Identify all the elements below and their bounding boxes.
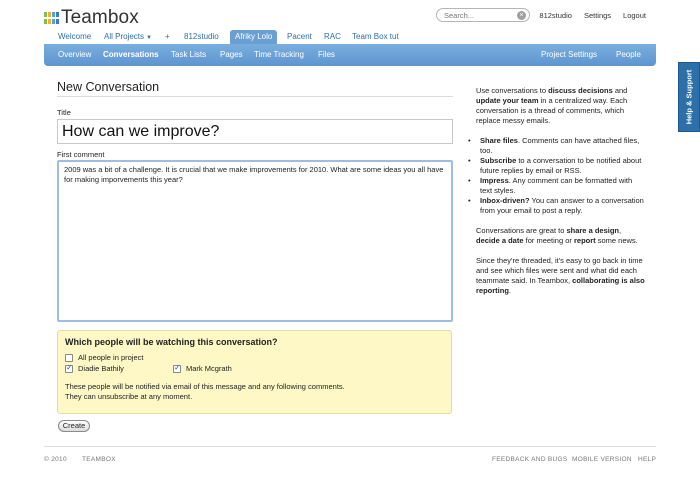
people-link[interactable]: People <box>616 50 641 59</box>
first-comment-textarea[interactable]: 2009 was a bit of a challenge. It is cru… <box>57 160 453 322</box>
sidebar-threading: Since they're threaded, it's easy to go … <box>476 256 646 296</box>
text-bold: report <box>573 236 596 245</box>
chevron-down-icon: ▼ <box>146 35 152 41</box>
checkbox-checked[interactable] <box>173 363 181 373</box>
clear-search-icon[interactable]: × <box>517 11 526 20</box>
help-support-tab[interactable]: Help & Support <box>678 62 700 132</box>
footer-brand: TEAMBOX <box>82 456 116 463</box>
tab-all-projects[interactable]: All Projects ▼ <box>104 30 152 44</box>
title-input[interactable] <box>57 119 453 144</box>
user-link[interactable]: 812studio <box>539 11 572 20</box>
project-subnav: Overview Conversations Task Lists Pages … <box>44 44 656 66</box>
tab-files[interactable]: Files <box>318 50 335 59</box>
text: for meeting or <box>523 236 574 245</box>
tab-812studio[interactable]: 812studio <box>184 30 219 44</box>
tab-pacent[interactable]: Pacent <box>287 30 312 44</box>
list-item: Share files. Comments can have attached … <box>468 136 646 156</box>
watchers-note-line-1: These people will be notified via email … <box>65 382 345 391</box>
text: and <box>612 86 628 95</box>
text: , <box>619 226 622 235</box>
tab-all-projects-label: All Projects <box>104 32 145 41</box>
tab-afriky-lolo[interactable]: Afriky Lolo <box>230 30 278 44</box>
settings-link[interactable]: Settings <box>584 11 611 20</box>
title-divider <box>57 96 453 97</box>
list-item: Inbox-driven? You can answer to a conver… <box>468 196 646 216</box>
footer-divider <box>44 446 656 447</box>
text-bold: Share files <box>480 136 518 145</box>
project-settings-link[interactable]: Project Settings <box>541 50 597 59</box>
text-bold: discuss decisions <box>548 86 613 95</box>
tab-time-tracking[interactable]: Time Tracking <box>254 50 304 59</box>
tab-rac[interactable]: RAC <box>324 30 341 44</box>
checkbox[interactable] <box>65 353 73 362</box>
logo-mark-icon <box>44 12 59 24</box>
sidebar-features-list: Share files. Comments can have attached … <box>468 136 646 216</box>
watcher-label: Diadie Bathily <box>78 364 124 373</box>
text-bold: Subscribe <box>480 156 517 165</box>
help-link[interactable]: HELP <box>638 456 656 463</box>
logo-text: Teambox <box>61 7 139 28</box>
watcher-label: All people in project <box>78 353 144 362</box>
text-bold: decide a date <box>476 236 524 245</box>
text-bold: share a design <box>566 226 619 235</box>
teambox-logo[interactable]: Teambox <box>44 7 139 29</box>
watcher-mark-mcgrath[interactable]: Mark Mcgrath <box>173 363 232 373</box>
feedback-link[interactable]: FEEDBACK AND BUGS <box>492 456 568 463</box>
text: some news. <box>595 236 638 245</box>
sidebar-intro: Use conversations to discuss decisions a… <box>476 86 646 126</box>
text: Use conversations to <box>476 86 549 95</box>
title-label: Title <box>57 108 71 117</box>
tab-welcome[interactable]: Welcome <box>58 30 91 44</box>
sidebar-use-cases: Conversations are great to share a desig… <box>476 226 646 246</box>
conversation-help-sidebar: Use conversations to discuss decisions a… <box>468 86 646 306</box>
text-bold: update your team <box>476 96 539 105</box>
mobile-version-link[interactable]: MOBILE VERSION <box>572 456 632 463</box>
watchers-note: These people will be notified via email … <box>65 382 445 402</box>
logout-link[interactable]: Logout <box>623 11 646 20</box>
create-button[interactable]: Create <box>58 420 90 432</box>
search-input[interactable] <box>444 11 514 20</box>
text: . <box>508 286 512 295</box>
watcher-label: Mark Mcgrath <box>186 364 232 373</box>
list-item: Impress. Any comment can be formatted wi… <box>468 176 646 196</box>
tab-pages[interactable]: Pages <box>220 50 243 59</box>
watchers-note-line-2: They can unsubscribe at any moment. <box>65 392 193 401</box>
tab-conversations[interactable]: Conversations <box>103 50 159 59</box>
tab-team-box-tut[interactable]: Team Box tut <box>352 30 399 44</box>
top-header: Teambox × 812studio Settings Logout <box>0 0 700 30</box>
help-support-label: Help & Support <box>684 69 694 125</box>
tab-task-lists[interactable]: Task Lists <box>171 50 206 59</box>
text: Conversations are great to <box>476 226 567 235</box>
account-links: 812studio Settings Logout <box>539 11 646 20</box>
search-box[interactable]: × <box>436 8 530 22</box>
list-item: Subscribe to a conversation to be notifi… <box>468 156 646 176</box>
watcher-diadie-bathily[interactable]: Diadie Bathily <box>65 363 124 373</box>
watcher-all-people[interactable]: All people in project <box>65 353 143 362</box>
watchers-panel: Which people will be watching this conve… <box>57 330 452 414</box>
text-bold: Inbox-driven? <box>480 196 530 205</box>
checkbox-checked[interactable] <box>65 363 73 373</box>
tab-overview[interactable]: Overview <box>58 50 91 59</box>
footer-copyright: © 2010 <box>44 456 67 463</box>
page-title: New Conversation <box>57 80 160 94</box>
project-tabs: Welcome All Projects ▼ + 812studio Afriky… <box>0 30 700 44</box>
add-project-button[interactable]: + <box>165 30 170 44</box>
text-bold: Impress <box>480 176 509 185</box>
first-comment-label: First comment <box>57 150 105 159</box>
watchers-heading: Which people will be watching this conve… <box>65 337 278 347</box>
